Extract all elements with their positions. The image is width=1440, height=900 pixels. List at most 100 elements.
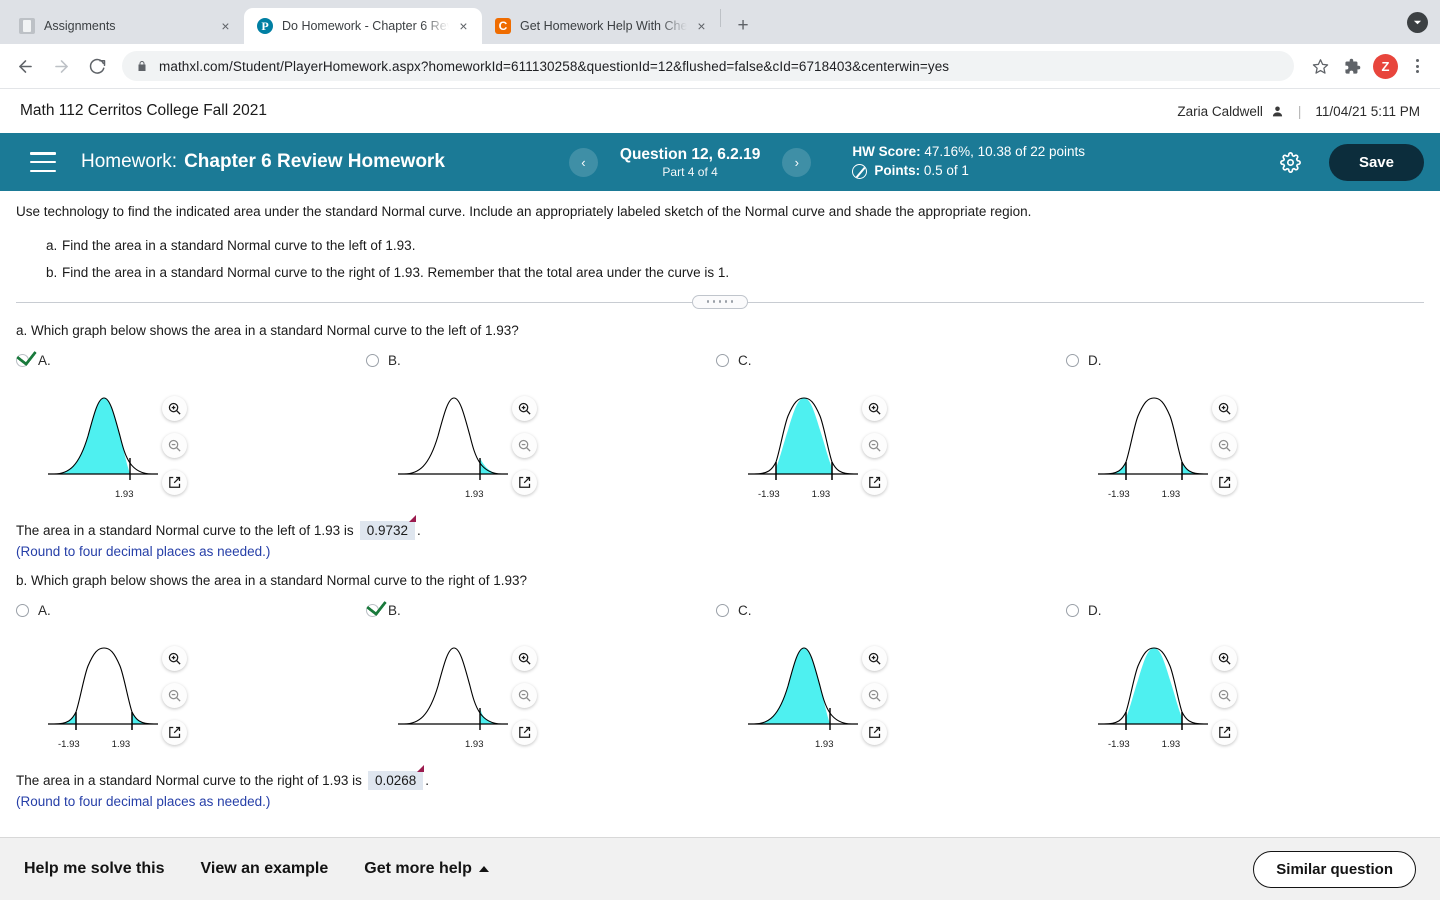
extensions-puzzle-icon[interactable] [1338, 52, 1366, 80]
view-an-example-link[interactable]: View an example [201, 860, 329, 878]
pop-out-icon[interactable] [1212, 469, 1237, 495]
axis-tick-label: 1.93 [811, 488, 831, 500]
zoom-in-icon[interactable] [862, 645, 887, 671]
part-a-choice-B[interactable]: B. 1.93 [366, 352, 716, 507]
splitter-grip-handle[interactable] [692, 294, 748, 309]
subpart-marker: a. [46, 237, 58, 253]
choice-letter: D. [1088, 603, 1102, 619]
normal-curve-graph-tails-shaded: -1.93 1.93 [1094, 382, 1214, 500]
zoom-in-icon[interactable] [1212, 645, 1237, 671]
part-b-answer-input[interactable]: 0.0268 [367, 764, 425, 790]
zoom-in-icon[interactable] [512, 645, 537, 671]
part-a-choice-D[interactable]: D. -1.93 1.93 [1066, 352, 1416, 507]
zoom-out-icon[interactable] [162, 682, 187, 708]
question-subparts: a. Find the area in a standard Normal cu… [16, 236, 1424, 283]
part-b-choice-B[interactable]: B. 1.93 [366, 602, 716, 757]
browser-menu-icon[interactable] [1404, 53, 1430, 79]
new-tab-button[interactable]: + [729, 12, 757, 40]
part-a-choice-A[interactable]: A. 1.93 [16, 352, 366, 507]
zoom-out-icon[interactable] [1212, 432, 1237, 458]
part-b-choice-D[interactable]: D. -1.93 1.93 [1066, 602, 1416, 757]
graph-tools [1212, 395, 1237, 495]
browser-tab-assignments[interactable]: Assignments × [6, 8, 244, 44]
answer-prefix: The area in a standard Normal curve to t… [16, 522, 354, 538]
axis-tick-label: 1.93 [111, 738, 131, 750]
zoom-in-icon[interactable] [1212, 395, 1237, 421]
separator: | [1297, 103, 1302, 119]
similar-question-button[interactable]: Similar question [1253, 850, 1416, 888]
zoom-in-icon[interactable] [162, 645, 187, 671]
pop-out-icon[interactable] [862, 469, 887, 495]
graph-tools [862, 645, 887, 745]
tab-title: Get Homework Help With Cheg [520, 19, 687, 33]
zoom-out-icon[interactable] [862, 432, 887, 458]
zoom-in-icon[interactable] [862, 395, 887, 421]
partial-credit-icon [852, 163, 868, 179]
part-a-answer-input[interactable]: 0.9732 [359, 514, 417, 540]
radio-button[interactable] [1066, 354, 1079, 368]
bookmark-star-icon[interactable] [1306, 52, 1334, 80]
pop-out-icon[interactable] [162, 469, 187, 495]
homework-header: Homework: Chapter 6 Review Homework ‹ Qu… [0, 133, 1440, 191]
close-icon[interactable]: × [455, 18, 472, 35]
profile-avatar[interactable]: Z [1373, 53, 1398, 79]
radio-button[interactable] [716, 604, 729, 618]
graph-tools [162, 645, 187, 745]
normal-curve-graph-between-shaded: -1.93 1.93 [1094, 632, 1214, 750]
part-a-choice-C[interactable]: C. -1.93 1.93 [716, 352, 1066, 507]
chevron-down-icon[interactable] [1407, 12, 1428, 33]
person-icon[interactable] [1271, 105, 1284, 118]
pop-out-icon[interactable] [1212, 719, 1237, 745]
radio-button-correct[interactable] [16, 354, 29, 368]
help-me-solve-this-link[interactable]: Help me solve this [24, 860, 165, 878]
back-icon[interactable] [10, 51, 40, 81]
browser-tab-do-homework[interactable]: P Do Homework - Chapter 6 Rev × [244, 8, 482, 44]
save-button[interactable]: Save [1328, 143, 1424, 181]
pop-out-icon[interactable] [512, 469, 537, 495]
zoom-out-icon[interactable] [862, 682, 887, 708]
radio-button[interactable] [16, 604, 29, 618]
panel-splitter[interactable] [16, 291, 1424, 313]
zoom-out-icon[interactable] [1212, 682, 1237, 708]
close-icon[interactable]: × [693, 18, 710, 35]
radio-button[interactable] [716, 354, 729, 368]
points-label: Points: [874, 163, 921, 178]
radio-button-correct[interactable] [366, 604, 379, 618]
zoom-out-icon[interactable] [162, 432, 187, 458]
pop-out-icon[interactable] [162, 719, 187, 745]
hw-score-value: 47.16%, 10.38 of 22 points [924, 144, 1085, 160]
graph-tools [162, 395, 187, 495]
choice-letter: A. [38, 353, 51, 369]
tab-divider [720, 8, 721, 27]
address-bar[interactable]: mathxl.com/Student/PlayerHomework.aspx?h… [122, 51, 1294, 81]
choice-letter: C. [738, 353, 752, 369]
radio-button[interactable] [366, 354, 379, 368]
previous-question-button[interactable]: ‹ [568, 147, 598, 177]
answer-suffix: . [425, 772, 429, 788]
zoom-out-icon[interactable] [512, 432, 537, 458]
pop-out-icon[interactable] [862, 719, 887, 745]
browser-tab-chegg[interactable]: C Get Homework Help With Cheg × [482, 8, 720, 44]
part-b-choice-C[interactable]: C. 1.93 [716, 602, 1066, 757]
pop-out-icon[interactable] [512, 719, 537, 745]
axis-tick-label: -1.93 [1108, 488, 1130, 500]
normal-curve-graph-left-shaded: 1.93 [744, 632, 864, 750]
part-b-choice-A[interactable]: A. -1.93 1.93 [16, 602, 366, 757]
topbar-right: Zaria Caldwell | 11/04/21 5:11 PM [1177, 104, 1420, 119]
pearson-icon: P [257, 18, 273, 34]
zoom-out-icon[interactable] [512, 682, 537, 708]
reload-icon[interactable] [82, 51, 112, 81]
gear-icon[interactable] [1280, 151, 1301, 173]
get-more-help-link[interactable]: Get more help [364, 860, 489, 878]
zoom-in-icon[interactable] [162, 395, 187, 421]
close-icon[interactable]: × [217, 18, 234, 35]
homework-label: Homework: [81, 151, 178, 172]
hw-score-line: HW Score: 47.16%, 10.38 of 22 points [852, 143, 1085, 162]
next-question-button[interactable]: › [782, 147, 812, 177]
axis-tick-label: 1.93 [1161, 488, 1181, 500]
radio-button[interactable] [1066, 604, 1079, 618]
hw-score-label: HW Score: [852, 144, 921, 160]
zoom-in-icon[interactable] [512, 395, 537, 421]
question-part: Part 4 of 4 [662, 164, 718, 179]
menu-hamburger-icon[interactable] [30, 152, 56, 172]
